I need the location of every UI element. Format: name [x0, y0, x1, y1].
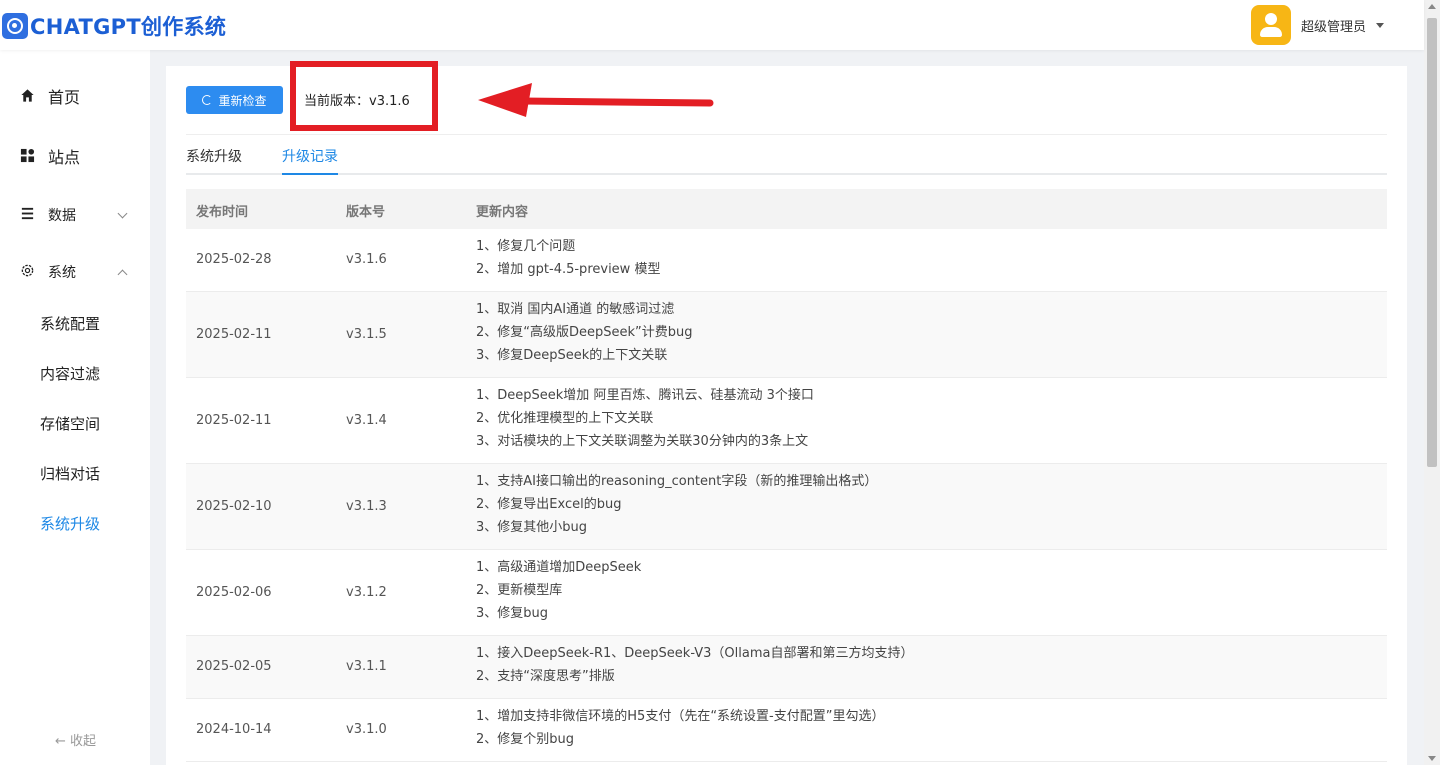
- caret-down-icon[interactable]: [1376, 22, 1385, 28]
- sidebar-sub-content-filter[interactable]: 内容过滤: [40, 363, 100, 384]
- sidebar-item-label: 站点: [48, 148, 81, 167]
- sidebar-item-data[interactable]: 数据: [0, 205, 150, 225]
- sidebar-item-label: 首页: [48, 88, 81, 107]
- table-row: 2025-02-11 v3.1.4 1、DeepSeek增加 阿里百炼、腾讯云、…: [186, 378, 1387, 464]
- column-header-date: 发布时间: [196, 205, 249, 220]
- note-line: 3、对话模块的上下文关联调整为关联30分钟内的3条上文: [476, 434, 809, 449]
- release-notes: 1、DeepSeek增加 阿里百炼、腾讯云、硅基流动 3个接口 2、优化推理模型…: [476, 387, 814, 456]
- recheck-button[interactable]: 重新检查: [186, 86, 283, 114]
- logo-text: CHATGPT创作系统: [30, 15, 227, 39]
- version-number: v3.1.3: [346, 499, 387, 514]
- sidebar: 首页 站点 数据 系统 系统配置 内容过滤 存储空间 归档对话 系统升级 ← 收…: [0, 50, 150, 765]
- note-line: 2、更新模型库: [476, 583, 563, 598]
- sidebar-item-site[interactable]: 站点: [0, 146, 150, 167]
- table-row: 2024-10-14 v3.1.0 1、增加支持非微信环境的H5支付（先在“系统…: [186, 699, 1387, 762]
- sidebar-item-home[interactable]: 首页: [0, 86, 150, 107]
- avatar[interactable]: [1251, 5, 1291, 45]
- release-date: 2025-02-11: [196, 413, 272, 428]
- column-header-version: 版本号: [346, 205, 386, 220]
- release-date: 2025-02-10: [196, 499, 272, 514]
- list-icon: [21, 207, 34, 220]
- grid-icon: [20, 148, 35, 163]
- upgrade-history-table: 发布时间 版本号 更新内容 2025-02-28 v3.1.6 1、修复几个问题…: [186, 189, 1387, 762]
- user-menu[interactable]: 超级管理员: [1251, 5, 1385, 45]
- chevron-down-icon: [117, 208, 128, 219]
- table-row: 2025-02-06 v3.1.2 1、高级通道增加DeepSeek 2、更新模…: [186, 550, 1387, 636]
- table-row: 2025-02-05 v3.1.1 1、接入DeepSeek-R1、DeepSe…: [186, 636, 1387, 699]
- note-line: 1、支持AI接口输出的reasoning_content字段（新的推理输出格式）: [476, 474, 878, 489]
- note-line: 3、修复其他小bug: [476, 520, 588, 535]
- note-line: 1、接入DeepSeek-R1、DeepSeek-V3（Ollama自部署和第三…: [476, 646, 914, 661]
- note-line: 1、增加支持非微信环境的H5支付（先在“系统设置-支付配置”里勾选）: [476, 709, 885, 724]
- release-date: 2024-10-14: [196, 722, 272, 737]
- version-number: v3.1.2: [346, 585, 387, 600]
- page-scrollbar[interactable]: [1424, 0, 1440, 765]
- sidebar-sub-system-upgrade[interactable]: 系统升级: [40, 513, 100, 534]
- tab-upgrade-history[interactable]: 升级记录: [282, 146, 338, 166]
- release-notes: 1、接入DeepSeek-R1、DeepSeek-V3（Ollama自部署和第三…: [476, 645, 913, 691]
- version-number: v3.1.0: [346, 722, 387, 737]
- divider: [186, 134, 1387, 135]
- app-logo[interactable]: CHATGPT创作系统: [2, 11, 226, 41]
- refresh-icon: [202, 95, 213, 105]
- logo-icon: [2, 13, 28, 39]
- chevron-up-icon: [117, 269, 128, 280]
- sidebar-item-system[interactable]: 系统: [0, 262, 150, 282]
- note-line: 1、取消 国内AI通道 的敏感词过滤: [476, 302, 675, 317]
- recheck-label: 重新检查: [218, 93, 267, 108]
- scrollbar-thumb[interactable]: [1427, 18, 1437, 467]
- table-header: 发布时间 版本号 更新内容: [186, 189, 1387, 229]
- tab-active-indicator: [282, 173, 338, 175]
- note-line: 3、修复DeepSeek的上下文关联: [476, 348, 668, 363]
- note-line: 2、优化推理模型的上下文关联: [476, 411, 654, 426]
- release-notes: 1、支持AI接口输出的reasoning_content字段（新的推理输出格式）…: [476, 473, 877, 542]
- release-date: 2025-02-06: [196, 585, 272, 600]
- release-date: 2025-02-28: [196, 252, 272, 267]
- sidebar-item-label: 系统: [48, 265, 76, 281]
- table-row: 2025-02-10 v3.1.3 1、支持AI接口输出的reasoning_c…: [186, 464, 1387, 550]
- note-line: 2、增加 gpt-4.5-preview 模型: [476, 262, 661, 277]
- collapse-button[interactable]: ← 收起: [55, 730, 96, 749]
- note-line: 2、支持“深度思考”排版: [476, 669, 615, 684]
- note-line: 1、高级通道增加DeepSeek: [476, 560, 642, 575]
- release-notes: 1、增加支持非微信环境的H5支付（先在“系统设置-支付配置”里勾选） 2、修复个…: [476, 708, 884, 754]
- note-line: 3、修复bug: [476, 606, 549, 621]
- note-line: 2、修复“高级版DeepSeek”计费bug: [476, 325, 693, 340]
- tab-system-upgrade[interactable]: 系统升级: [186, 146, 242, 166]
- sidebar-sub-archive[interactable]: 归档对话: [40, 463, 100, 484]
- sidebar-sub-storage[interactable]: 存储空间: [40, 413, 100, 434]
- version-number: v3.1.5: [346, 327, 387, 342]
- top-header: CHATGPT创作系统 超级管理员: [0, 0, 1424, 50]
- annotation-arrow-icon: [478, 83, 714, 117]
- release-notes: 1、取消 国内AI通道 的敏感词过滤 2、修复“高级版DeepSeek”计费bu…: [476, 301, 693, 370]
- note-line: 2、修复个别bug: [476, 732, 575, 747]
- release-notes: 1、高级通道增加DeepSeek 2、更新模型库 3、修复bug: [476, 559, 641, 628]
- table-row: 2025-02-11 v3.1.5 1、取消 国内AI通道 的敏感词过滤 2、修…: [186, 292, 1387, 378]
- tab-bar-line: [186, 173, 1387, 175]
- sidebar-sub-system-config[interactable]: 系统配置: [40, 313, 100, 334]
- version-number: v3.1.6: [346, 252, 387, 267]
- sidebar-item-label: 数据: [48, 208, 76, 224]
- highlight-box: [290, 61, 438, 131]
- table-row: 2025-02-28 v3.1.6 1、修复几个问题 2、增加 gpt-4.5-…: [186, 229, 1387, 292]
- release-date: 2025-02-05: [196, 659, 272, 674]
- scroll-down-icon[interactable]: [1428, 756, 1436, 761]
- gear-icon: [21, 264, 34, 277]
- home-icon: [21, 89, 34, 102]
- column-header-notes: 更新内容: [476, 205, 529, 220]
- scroll-up-icon[interactable]: [1428, 4, 1436, 9]
- note-line: 1、DeepSeek增加 阿里百炼、腾讯云、硅基流动 3个接口: [476, 388, 814, 403]
- release-date: 2025-02-11: [196, 327, 272, 342]
- version-number: v3.1.4: [346, 413, 387, 428]
- note-line: 2、修复导出Excel的bug: [476, 497, 622, 512]
- note-line: 1、修复几个问题: [476, 239, 576, 254]
- version-number: v3.1.1: [346, 659, 387, 674]
- release-notes: 1、修复几个问题 2、增加 gpt-4.5-preview 模型: [476, 238, 660, 284]
- user-name[interactable]: 超级管理员: [1301, 16, 1366, 35]
